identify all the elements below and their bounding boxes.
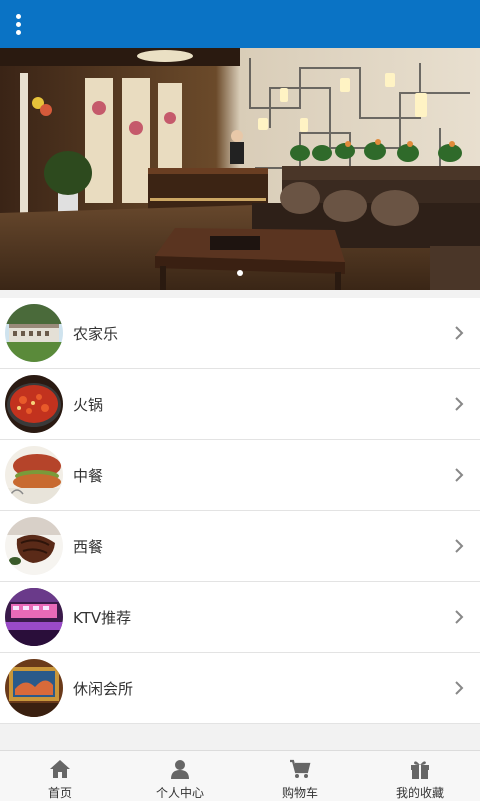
- cart-icon: [290, 759, 311, 778]
- chevron-right-icon: [455, 681, 464, 695]
- category-list: 农家乐 火锅 中餐 西餐 KTV推荐 休闲会所: [0, 298, 480, 724]
- category-item-chinese-food[interactable]: 中餐: [0, 440, 480, 511]
- hotpot-thumbnail: [5, 375, 63, 433]
- category-item-ktv[interactable]: KTV推荐: [0, 582, 480, 653]
- tab-favorites[interactable]: 我的收藏: [360, 751, 480, 801]
- home-icon: [50, 760, 70, 778]
- gift-icon: [411, 761, 429, 779]
- more-vertical-icon[interactable]: [8, 8, 28, 40]
- category-label: 西餐: [73, 537, 104, 556]
- tab-home[interactable]: 首页: [0, 751, 120, 801]
- carousel-indicator: [0, 270, 480, 276]
- category-label: 火锅: [73, 395, 104, 414]
- category-item-club[interactable]: 休闲会所: [0, 653, 480, 724]
- chinese-food-thumbnail: [5, 446, 63, 504]
- chevron-right-icon: [455, 397, 464, 411]
- tab-label: 个人中心: [155, 786, 204, 800]
- chevron-right-icon: [455, 468, 464, 482]
- category-label: 农家乐: [73, 324, 119, 343]
- banner-carousel[interactable]: [0, 48, 480, 290]
- steak-thumbnail: [5, 517, 63, 575]
- carousel-dot[interactable]: [237, 270, 243, 276]
- category-label: 中餐: [73, 466, 104, 485]
- ktv-thumbnail: [5, 588, 63, 646]
- tab-cart[interactable]: 购物车: [240, 751, 360, 801]
- tab-label: 首页: [47, 786, 72, 800]
- category-label: 休闲会所: [73, 679, 134, 698]
- chevron-right-icon: [455, 610, 464, 624]
- bottom-tab-bar: 首页 个人中心 购物车 我的收藏: [0, 750, 480, 801]
- category-item-western-food[interactable]: 西餐: [0, 511, 480, 582]
- club-thumbnail: [5, 659, 63, 717]
- banner-image: [0, 48, 480, 290]
- tab-label: 我的收藏: [395, 786, 444, 800]
- category-item-farmhouse[interactable]: 农家乐: [0, 298, 480, 369]
- user-icon: [171, 760, 189, 779]
- top-app-bar: [0, 0, 480, 48]
- tab-profile[interactable]: 个人中心: [120, 751, 240, 801]
- chevron-right-icon: [455, 539, 464, 553]
- chevron-right-icon: [455, 326, 464, 340]
- tab-label: 购物车: [281, 786, 318, 800]
- farmhouse-thumbnail: [5, 304, 63, 362]
- category-label: KTV推荐: [73, 608, 132, 627]
- category-item-hotpot[interactable]: 火锅: [0, 369, 480, 440]
